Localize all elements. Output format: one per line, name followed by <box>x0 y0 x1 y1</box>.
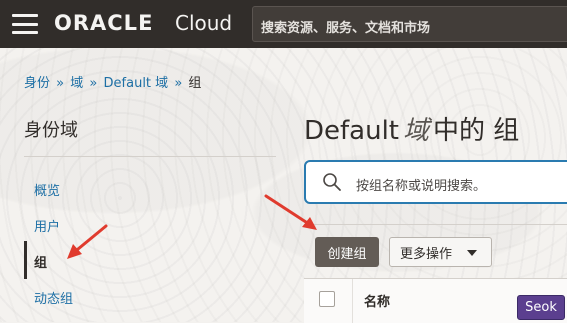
sidebar-item-dynamic-groups[interactable]: 动态组 <box>34 288 73 307</box>
page-title-prefix: Default <box>304 116 399 146</box>
breadcrumb-item-domains[interactable]: 域 <box>70 76 83 91</box>
sidebar-item-overview[interactable]: 概览 <box>34 180 60 199</box>
oracle-logo[interactable]: ORACLE <box>54 11 153 35</box>
sidebar-active-indicator <box>24 241 27 279</box>
cloud-logo-text[interactable]: Cloud <box>175 11 232 35</box>
breadcrumb-item-identity[interactable]: 身份 <box>24 76 50 91</box>
page-title-domain: 域 <box>403 116 430 146</box>
sidebar-item-groups[interactable]: 组 <box>34 252 47 271</box>
breadcrumb-item-groups: 组 <box>188 76 202 91</box>
breadcrumb-separator: » <box>89 76 98 91</box>
create-group-button[interactable]: 创建组 <box>315 237 379 267</box>
annotation-arrow-icon <box>264 194 317 230</box>
sidebar-item-users[interactable]: 用户 <box>34 216 60 235</box>
breadcrumb: 身份 » 域 » Default 域 » 组 <box>24 72 201 91</box>
global-search-input[interactable]: 搜索资源、服务、文档和市场 <box>252 6 567 42</box>
more-actions-button[interactable]: 更多操作 <box>389 237 492 267</box>
annotation-arrow-icon <box>67 224 108 259</box>
breadcrumb-item-default-domain[interactable]: Default 域 <box>104 76 169 91</box>
sidebar-title: 身份域 <box>24 120 78 141</box>
user-badge[interactable]: Seok <box>517 295 565 320</box>
column-divider <box>352 279 353 323</box>
caret-down-icon <box>467 250 477 256</box>
more-actions-label: 更多操作 <box>400 246 453 262</box>
select-all-checkbox[interactable] <box>319 291 335 307</box>
toolbar-divider <box>304 224 567 225</box>
search-icon <box>323 173 341 191</box>
sidebar-divider <box>24 156 276 157</box>
group-search-input[interactable]: 按组名称或说明搜索。 <box>304 160 567 204</box>
group-search-placeholder: 按组名称或说明搜索。 <box>356 179 487 194</box>
column-header-name[interactable]: 名称 <box>364 291 390 310</box>
breadcrumb-separator: » <box>56 76 65 91</box>
breadcrumb-separator: » <box>174 76 183 91</box>
top-navigation-bar: ORACLE Cloud 搜索资源、服务、文档和市场 <box>0 0 567 48</box>
page-title: Default 域中的 组 <box>304 110 519 147</box>
page-title-suffix: 中的 组 <box>433 116 520 146</box>
hamburger-menu-icon[interactable] <box>12 14 38 34</box>
global-search-placeholder: 搜索资源、服务、文档和市场 <box>261 21 431 36</box>
